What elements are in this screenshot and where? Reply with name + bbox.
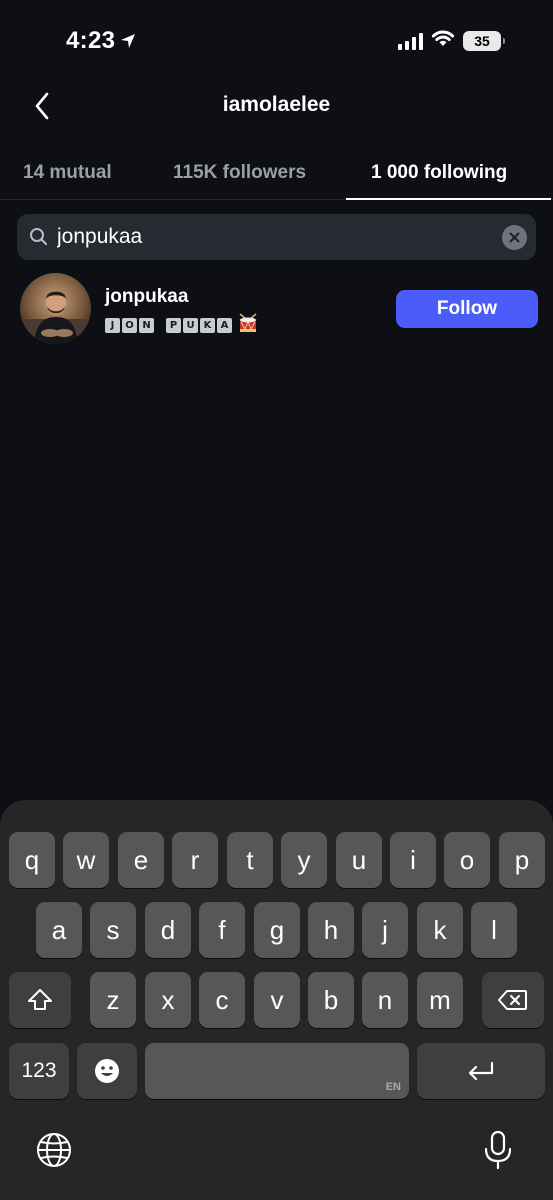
key-p[interactable]: p: [499, 832, 545, 888]
key-v[interactable]: v: [254, 972, 300, 1028]
tab-followers[interactable]: 115K followers: [173, 162, 306, 184]
page-title: iamolaelee: [222, 93, 331, 116]
key-y[interactable]: y: [281, 832, 327, 888]
globe-icon: [37, 1133, 71, 1167]
battery-icon: 35: [463, 30, 505, 51]
microphone-icon: [484, 1130, 512, 1170]
key-a[interactable]: a: [36, 902, 82, 958]
shift-key[interactable]: [9, 972, 71, 1028]
display-name-letter: O: [122, 318, 137, 333]
cellular-signal-icon: [398, 32, 423, 50]
key-m[interactable]: m: [417, 972, 463, 1028]
key-g[interactable]: g: [254, 902, 300, 958]
display-name-letter: A: [217, 318, 232, 333]
tab-following[interactable]: 1 000 following: [371, 162, 507, 184]
display-name-letter: N: [139, 318, 154, 333]
return-icon: [468, 1061, 494, 1081]
wifi-icon: [431, 29, 455, 52]
active-tab-indicator: [346, 198, 551, 200]
keyboard-language-label: EN: [385, 1081, 401, 1093]
key-f[interactable]: f: [199, 902, 245, 958]
return-key[interactable]: [417, 1043, 545, 1099]
clear-search-button[interactable]: [502, 225, 527, 250]
key-j[interactable]: j: [362, 902, 408, 958]
status-time: 4:23: [66, 27, 137, 55]
status-icons: 35: [398, 29, 505, 52]
delete-key[interactable]: [482, 972, 544, 1028]
key-o[interactable]: o: [444, 832, 490, 888]
key-s[interactable]: s: [90, 902, 136, 958]
emoji-key[interactable]: [77, 1043, 137, 1099]
key-z[interactable]: z: [90, 972, 136, 1028]
key-t[interactable]: t: [227, 832, 273, 888]
drum-icon: [237, 312, 259, 339]
avatar[interactable]: [20, 273, 91, 344]
dictation-button[interactable]: [483, 1130, 513, 1175]
key-n[interactable]: n: [362, 972, 408, 1028]
username[interactable]: jonpukaa: [105, 286, 188, 308]
shift-icon: [28, 989, 52, 1010]
battery-level: 35: [474, 32, 490, 49]
display-name-letter: K: [200, 318, 215, 333]
keyboard: q w e r t y u i o p a s d f g h j k l z …: [0, 800, 553, 1200]
key-b[interactable]: b: [308, 972, 354, 1028]
status-bar: 4:23 35: [0, 0, 553, 80]
key-e[interactable]: e: [118, 832, 164, 888]
key-i[interactable]: i: [390, 832, 436, 888]
display-name-letter: P: [166, 318, 181, 333]
key-h[interactable]: h: [308, 902, 354, 958]
search-input[interactable]: [57, 220, 497, 254]
list-item[interactable]: jonpukaa J O N P U K A Follow: [0, 272, 553, 344]
display-name-letter: U: [183, 318, 198, 333]
emoji-icon: [95, 1059, 119, 1083]
follow-button[interactable]: Follow: [396, 290, 538, 328]
close-icon: [509, 232, 520, 243]
tab-mutual[interactable]: 14 mutual: [23, 162, 112, 184]
search-bar: [17, 214, 536, 260]
key-x[interactable]: x: [145, 972, 191, 1028]
key-d[interactable]: d: [145, 902, 191, 958]
display-name: J O N P U K A: [105, 312, 259, 339]
header: iamolaelee: [0, 80, 553, 132]
key-k[interactable]: k: [417, 902, 463, 958]
key-c[interactable]: c: [199, 972, 245, 1028]
location-arrow-icon: [119, 32, 137, 50]
key-w[interactable]: w: [63, 832, 109, 888]
time-text: 4:23: [66, 27, 116, 54]
space-key[interactable]: EN: [145, 1043, 409, 1099]
search-icon: [30, 228, 48, 246]
display-name-letter: J: [105, 318, 120, 333]
key-r[interactable]: r: [172, 832, 218, 888]
tab-bar: 14 mutual 115K followers 1 000 following: [0, 150, 553, 200]
key-u[interactable]: u: [336, 832, 382, 888]
key-q[interactable]: q: [9, 832, 55, 888]
globe-button[interactable]: [36, 1132, 72, 1173]
numbers-key[interactable]: 123: [9, 1043, 69, 1099]
key-l[interactable]: l: [471, 902, 517, 958]
backspace-icon: [498, 990, 527, 1010]
